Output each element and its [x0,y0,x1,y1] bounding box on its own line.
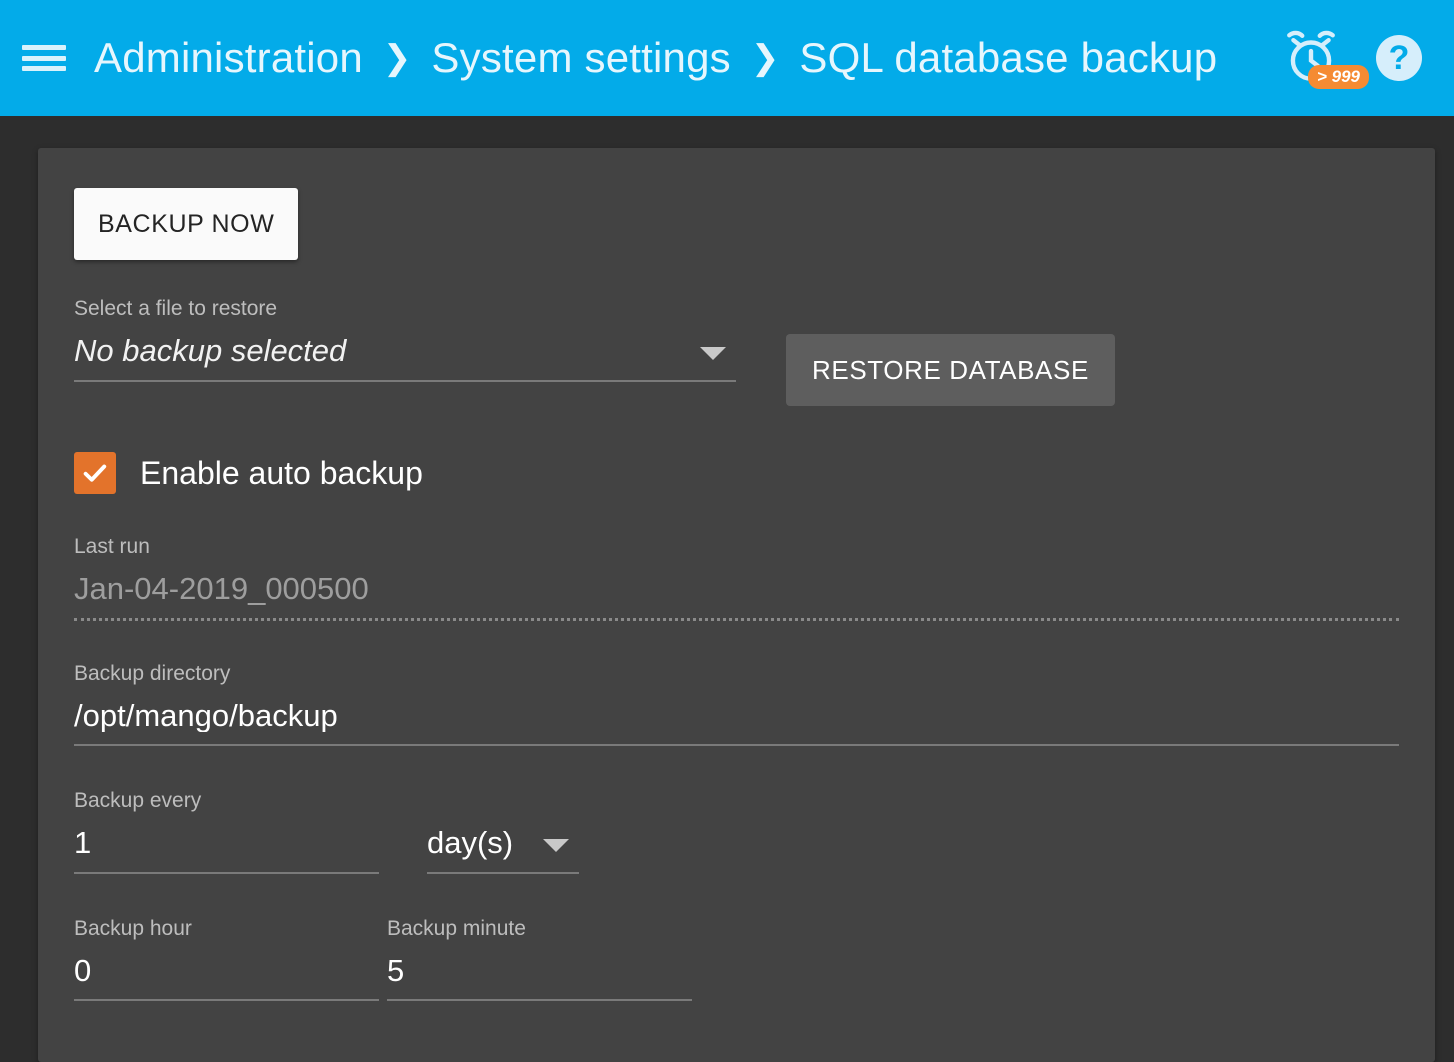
backup-minute-field[interactable]: 5 [387,955,692,1002]
backup-directory-group: Backup directory /opt/mango/backup [74,663,1399,747]
backup-hour-label: Backup hour [74,918,379,939]
backup-every-number-value[interactable]: 1 [74,827,379,860]
backup-every-label: Backup every [74,790,1399,811]
app-header-actions: > 999 ? [1280,27,1430,89]
last-run-value: Jan-04-2019_000500 [74,573,1399,606]
restore-section: Select a file to restore No backup selec… [74,298,1399,406]
backup-hour-field[interactable]: 0 [74,955,379,1002]
backup-minute-value[interactable]: 5 [387,955,692,988]
backup-every-unit-select[interactable]: day(s) [427,827,579,874]
restore-file-select-value: No backup selected [74,335,736,368]
backup-every-number-col: 1 [74,827,379,874]
restore-database-button[interactable]: RESTORE DATABASE [786,334,1115,406]
backup-every-number-field[interactable]: 1 [74,827,379,874]
breadcrumb-separator-icon: ❯ [751,41,780,75]
sql-backup-settings-card: BACKUP NOW Select a file to restore No b… [38,148,1435,1062]
backup-time-row: Backup hour 0 Backup minute 5 [74,918,1399,1002]
backup-every-group: Backup every 1 day(s) [74,790,1399,874]
breadcrumb-item-system-settings[interactable]: System settings [431,34,730,82]
backup-hour-group: Backup hour 0 [74,918,379,1002]
backup-directory-field[interactable]: /opt/mango/backup [74,700,1399,747]
breadcrumb-item-sql-database-backup: SQL database backup [799,34,1217,82]
alarm-count-badge[interactable]: > 999 [1308,65,1369,89]
backup-every-row: 1 day(s) [74,827,1399,874]
enable-auto-backup-checkbox-row[interactable]: Enable auto backup [74,452,423,494]
help-circle-icon[interactable]: ? [1376,35,1422,81]
page-body: BACKUP NOW Select a file to restore No b… [0,116,1454,1062]
alarm-clock-icon[interactable]: > 999 [1280,27,1342,89]
backup-directory-value[interactable]: /opt/mango/backup [74,700,1399,733]
hamburger-menu-icon[interactable] [22,41,66,75]
chevron-down-icon [700,347,726,360]
backup-every-unit-col: day(s) [427,827,579,874]
backup-directory-label: Backup directory [74,663,1399,684]
restore-file-select-group: Select a file to restore No backup selec… [74,298,736,382]
hamburger-bar [22,45,66,50]
restore-button-wrap: RESTORE DATABASE [786,298,1115,406]
restore-file-select[interactable]: No backup selected [74,335,736,382]
last-run-group: Last run Jan-04-2019_000500 [74,536,1399,621]
breadcrumb-item-administration[interactable]: Administration [94,34,363,82]
last-run-label: Last run [74,536,1399,557]
backup-now-button[interactable]: BACKUP NOW [74,188,298,260]
hamburger-bar [22,66,66,71]
app-header-bar: Administration ❯ System settings ❯ SQL d… [0,0,1454,116]
backup-hour-value[interactable]: 0 [74,955,379,988]
checkmark-icon [80,458,110,488]
chevron-down-icon [543,839,569,852]
backup-time-cols: Backup hour 0 Backup minute 5 [74,918,1399,1002]
backup-minute-group: Backup minute 5 [387,918,692,1002]
backup-minute-label: Backup minute [387,918,692,939]
checkbox-checked-icon[interactable] [74,452,116,494]
breadcrumb: Administration ❯ System settings ❯ SQL d… [94,34,1280,82]
enable-auto-backup-label: Enable auto backup [140,457,423,489]
last-run-field: Jan-04-2019_000500 [74,573,1399,621]
breadcrumb-separator-icon: ❯ [383,41,412,75]
restore-file-select-label: Select a file to restore [74,298,736,319]
hamburger-bar [22,56,66,61]
